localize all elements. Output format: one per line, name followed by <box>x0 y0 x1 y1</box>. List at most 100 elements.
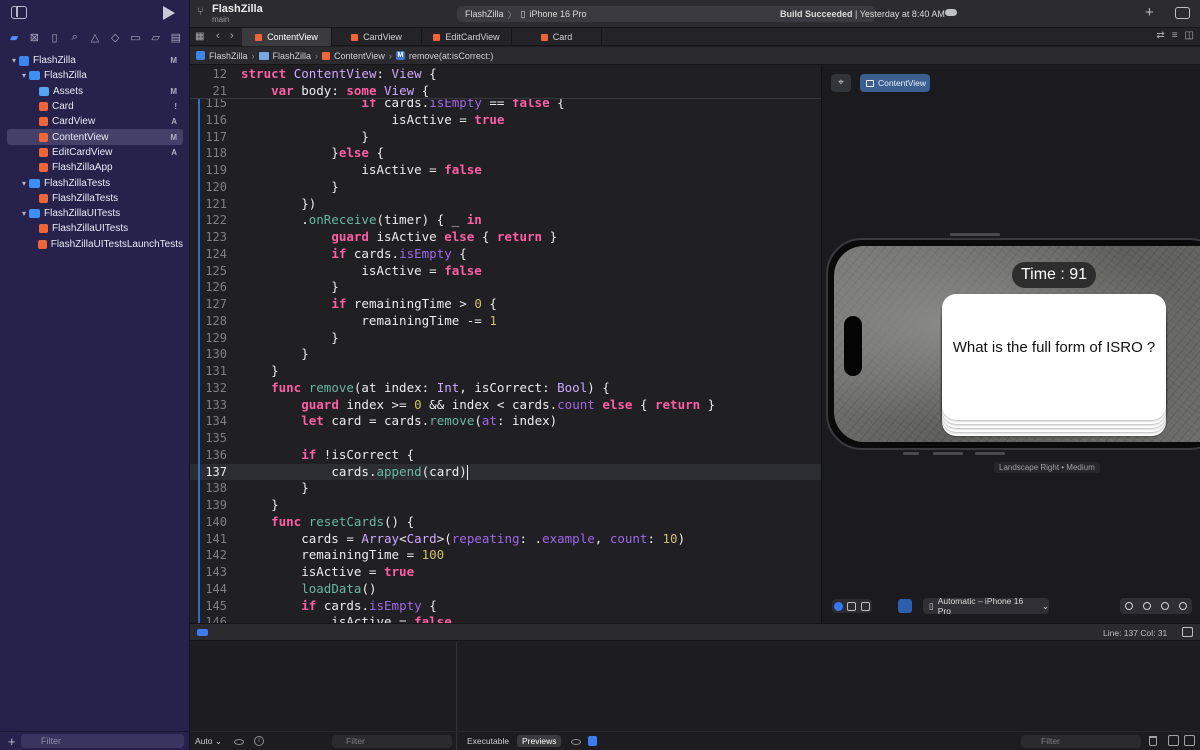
run-button[interactable] <box>163 6 175 20</box>
jumpbar-item-symbol[interactable]: remove(at:isCorrect:) <box>409 51 494 61</box>
device-settings-icon[interactable] <box>898 599 912 613</box>
sidebar-item[interactable]: FlashZillaUITestsLaunchTests <box>7 237 183 252</box>
code-line[interactable]: 119 isActive = false <box>190 162 821 179</box>
find-navigator-icon[interactable]: ⌕ <box>69 31 81 43</box>
back-chevron-icon[interactable]: ‹ <box>216 30 220 42</box>
zoom-in-icon[interactable] <box>1161 602 1169 610</box>
inspector-toggle-icon[interactable] <box>1175 7 1190 19</box>
destination-name[interactable]: iPhone 16 Pro <box>529 9 586 19</box>
editor-options-icon[interactable]: ≡ <box>1172 30 1178 41</box>
sidebar-item[interactable]: EditCardView A <box>7 145 183 160</box>
variables-filter-input[interactable]: Filter <box>332 735 452 748</box>
sidebar-item[interactable]: FlashZillaTests <box>7 191 183 206</box>
eye-icon[interactable] <box>571 739 581 745</box>
source-control-icon[interactable]: ⊠ <box>28 31 40 44</box>
device-picker[interactable]: ▯ Automatic – iPhone 16 Pro ⌄ <box>923 596 1049 616</box>
sidebar-item[interactable]: ContentView M <box>7 129 183 145</box>
code-line[interactable]: 116 isActive = true <box>190 112 821 129</box>
zoom-fit-icon[interactable] <box>1179 602 1187 610</box>
sidebar-item[interactable]: FlashZillaUITests <box>7 221 183 236</box>
variables-scope-select[interactable]: Auto ⌄ <box>195 736 222 747</box>
info-icon[interactable]: i <box>254 736 264 746</box>
jumpbar-item-file[interactable]: ContentView <box>334 51 385 61</box>
hide-console-icon[interactable] <box>1184 735 1195 746</box>
report-navigator-icon[interactable]: ▤ <box>170 31 182 44</box>
code-line[interactable]: 128 remainingTime -= 1 <box>190 313 821 330</box>
sidebar-item[interactable]: ▾ FlashZillaTests <box>7 175 183 190</box>
code-line[interactable]: 137 cards.append(card) <box>190 463 821 481</box>
preview-view-chip[interactable]: ContentView <box>860 74 930 92</box>
sidebar-item[interactable]: Assets M <box>7 84 183 99</box>
issue-navigator-icon[interactable]: △ <box>89 31 101 44</box>
code-line[interactable]: 130 } <box>190 346 821 363</box>
swap-icon[interactable]: ⇄ <box>1156 30 1164 41</box>
tab-previews[interactable]: Previews <box>517 735 562 747</box>
code-line[interactable]: 120 } <box>190 179 821 196</box>
code-line[interactable]: 143 isActive = true <box>190 564 821 581</box>
live-mode-icon[interactable] <box>834 601 844 611</box>
chevron-down-icon[interactable]: ▾ <box>19 209 29 218</box>
bookmark-icon[interactable]: ▯ <box>49 31 61 44</box>
tab-cardview[interactable]: CardView <box>332 28 422 46</box>
tab-editcardview[interactable]: EditCardView <box>422 28 512 46</box>
code-line[interactable]: 132 func remove(at index: Int, isCorrect… <box>190 380 821 397</box>
device-screen[interactable]: Time : 91 What is the full form of ISRO … <box>834 246 1200 442</box>
zoom-out-icon[interactable] <box>1125 602 1133 610</box>
zoom-100-icon[interactable] <box>1143 602 1151 610</box>
console-filter-input[interactable]: Filter <box>1021 735 1141 748</box>
jumpbar-item-group[interactable]: FlashZilla <box>273 51 312 61</box>
source-editor[interactable]: 12 struct ContentView: View {21 var body:… <box>190 66 821 623</box>
sticky-scope-line[interactable]: 21 var body: some View { <box>190 83 821 100</box>
debug-navigator-icon[interactable]: ▭ <box>129 31 141 44</box>
code-line[interactable]: 140 func resetCards() { <box>190 514 821 531</box>
add-file-button[interactable]: + <box>8 734 16 749</box>
split-editor-icon[interactable]: ◫ <box>1185 30 1194 41</box>
debug-area-toggle-icon[interactable] <box>197 629 208 636</box>
sidebar-item[interactable]: Card! <box>7 99 183 114</box>
chevron-down-icon[interactable]: ▾ <box>9 56 19 65</box>
code-line[interactable]: 138 } <box>190 480 821 497</box>
code-line[interactable]: 142 remainingTime = 100 <box>190 547 821 564</box>
code-line[interactable]: 141 cards = Array<Card>(repeating: .exam… <box>190 531 821 548</box>
code-line[interactable]: 129 } <box>190 330 821 347</box>
tab-executable[interactable]: Executable <box>462 735 514 747</box>
code-line[interactable]: 146 isActive = false <box>190 614 821 623</box>
trash-icon[interactable] <box>1149 736 1157 746</box>
code-line[interactable]: 123 guard isActive else { return } <box>190 229 821 246</box>
sidebar-item[interactable]: FlashZillaApp <box>7 160 183 175</box>
tab-contentview[interactable]: ContentView <box>242 28 332 46</box>
code-line[interactable]: 126 } <box>190 279 821 296</box>
code-line[interactable]: 121 }) <box>190 196 821 213</box>
code-line[interactable]: 122 .onReceive(timer) { _ in <box>190 212 821 229</box>
sidebar-item[interactable]: ▾ FlashZilla M <box>7 53 183 68</box>
eye-icon[interactable] <box>234 739 244 745</box>
code-line[interactable]: 133 guard index >= 0 && index < cards.co… <box>190 397 821 414</box>
code-line[interactable]: 144 loadData() <box>190 581 821 598</box>
code-line[interactable]: 117 } <box>190 129 821 146</box>
code-line[interactable]: 118 }else { <box>190 145 821 162</box>
chevron-down-icon[interactable]: ▾ <box>19 71 29 80</box>
project-title[interactable]: FlashZilla <box>212 3 263 15</box>
related-items-grid-icon[interactable]: ▦ <box>195 31 204 42</box>
chevron-down-icon[interactable]: ▾ <box>19 179 29 188</box>
code-line[interactable]: 145 if cards.isEmpty { <box>190 598 821 615</box>
test-navigator-icon[interactable]: ◇ <box>109 31 121 44</box>
code-line[interactable]: 125 isActive = false <box>190 263 821 280</box>
code-line[interactable]: 139 } <box>190 497 821 514</box>
sidebar-toggle-icon[interactable] <box>11 6 27 19</box>
split-view-icon[interactable] <box>1182 627 1193 637</box>
cloud-icon[interactable] <box>945 9 957 16</box>
sticky-scope-line[interactable]: 12 struct ContentView: View { <box>190 66 821 83</box>
hide-variables-icon[interactable] <box>1168 735 1179 746</box>
scheme-name[interactable]: FlashZilla <box>465 9 504 19</box>
jumpbar-item-project[interactable]: FlashZilla <box>209 51 248 61</box>
tab-card[interactable]: Card <box>512 28 602 46</box>
sidebar-item[interactable]: ▾ FlashZillaUITests <box>7 206 183 221</box>
code-line[interactable]: 136 if !isCorrect { <box>190 447 821 464</box>
code-line[interactable]: 131 } <box>190 363 821 380</box>
sidebar-item[interactable]: ▾ FlashZilla <box>7 68 183 83</box>
code-line[interactable]: 135 <box>190 430 821 447</box>
variants-icon[interactable] <box>860 601 870 611</box>
sidebar-filter-input[interactable]: Filter <box>21 734 184 748</box>
pin-icon[interactable]: ⌖ <box>831 74 851 92</box>
